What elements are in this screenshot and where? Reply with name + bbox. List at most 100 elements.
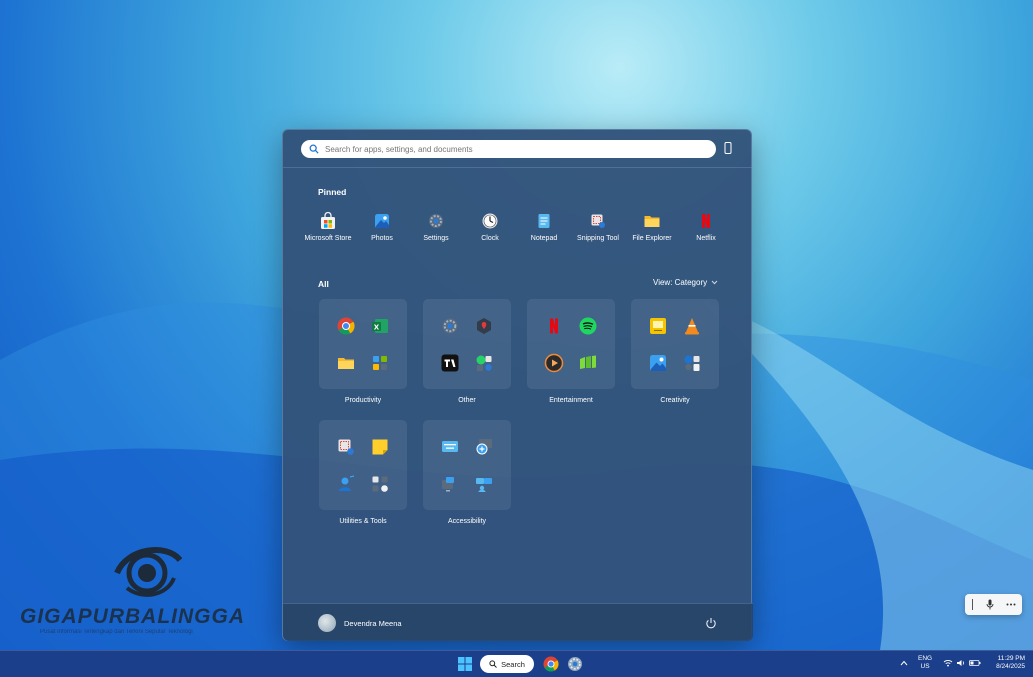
- photos-icon: [650, 354, 666, 371]
- pinned-label: Snipping Tool: [577, 235, 619, 242]
- watermark-logo: GIGAPURBALINGGA Pusat Informasi Terlengk…: [20, 538, 270, 638]
- pinned-heading: Pinned: [318, 187, 347, 197]
- all-heading: All: [318, 279, 329, 289]
- control-panel-icon: [373, 355, 387, 370]
- category-entertainment[interactable]: Entertainment: [527, 299, 615, 404]
- on-screen-keyboard-icon: [442, 440, 458, 452]
- chevron-down-icon: [711, 280, 718, 285]
- clock-display[interactable]: 11:29 PM 8/24/2025: [985, 655, 1025, 671]
- excel-icon: X: [372, 318, 388, 333]
- view-label: View: Category: [653, 278, 708, 287]
- media-player-icon: [544, 353, 564, 372]
- text-cursor-icon: [972, 599, 973, 610]
- vlc-icon: [685, 317, 699, 334]
- pinned-label: Settings: [423, 235, 449, 242]
- start-search-box[interactable]: [301, 140, 716, 158]
- netflix-icon: [702, 214, 710, 228]
- user-account-button[interactable]: Devendra Meena: [318, 614, 402, 632]
- clock-icon: [482, 213, 498, 229]
- narrator-icon: [442, 476, 454, 491]
- view-category-button[interactable]: View: Category: [653, 278, 718, 287]
- pinned-label: Netflix: [696, 235, 716, 242]
- search-icon: [309, 144, 319, 154]
- snipping-tool-icon: [591, 214, 605, 228]
- user-name: Devendra Meena: [344, 618, 402, 628]
- paint-icon: [684, 355, 700, 371]
- category-other[interactable]: Other: [423, 299, 511, 404]
- pinned-snipping-tool[interactable]: Snipping Tool: [571, 212, 625, 242]
- language-indicator[interactable]: ENG US: [918, 655, 932, 671]
- notepad-icon: [538, 214, 550, 228]
- chevron-up-icon[interactable]: [900, 660, 908, 666]
- category-accessibility[interactable]: Accessibility: [423, 420, 511, 525]
- power-icon[interactable]: [705, 617, 717, 629]
- clock-time: 11:29 PM: [997, 655, 1025, 662]
- svg-text:X: X: [374, 323, 380, 331]
- file-explorer-icon: [338, 357, 354, 369]
- taskbar-search-button[interactable]: Search: [480, 655, 534, 673]
- chrome-icon[interactable]: [542, 655, 560, 673]
- pinned-settings[interactable]: Settings: [409, 212, 463, 242]
- avatar: [318, 614, 336, 632]
- microphone-icon[interactable]: [986, 599, 994, 610]
- category-label: Productivity: [344, 397, 382, 404]
- category-creativity[interactable]: Creativity: [631, 299, 719, 404]
- more-options-icon[interactable]: [1006, 603, 1016, 606]
- tools-icon: [372, 476, 388, 492]
- language-line1: ENG: [918, 655, 933, 662]
- pinned-label: Notepad: [530, 235, 558, 242]
- settings-icon[interactable]: [566, 655, 584, 673]
- category-label: Utilities & Tools: [339, 518, 387, 525]
- battery-icon[interactable]: [969, 659, 981, 667]
- volume-icon[interactable]: [956, 659, 966, 667]
- pinned-label: Photos: [371, 235, 393, 242]
- whatsapp-icon: [476, 355, 492, 371]
- people-icon: [339, 474, 355, 491]
- security-icon: [477, 317, 491, 334]
- settings-icon: [429, 214, 443, 228]
- pinned-photos[interactable]: Photos: [355, 212, 409, 242]
- sticky-notes-icon: [372, 439, 388, 454]
- start-menu: Pinned Microsoft Store Photos: [282, 129, 753, 641]
- pinned-notepad[interactable]: Notepad: [517, 212, 571, 242]
- taskbar-search-label: Search: [501, 659, 525, 669]
- wifi-icon[interactable]: [943, 659, 953, 667]
- category-label: Accessibility: [447, 518, 487, 525]
- voice-typing-bar: [965, 594, 1022, 615]
- pinned-label: Clock: [481, 235, 499, 242]
- menu-divider: [283, 167, 753, 168]
- magnifier-icon: [476, 438, 492, 454]
- pinned-apps: Microsoft Store Photos Settings Clock No…: [301, 212, 741, 242]
- taskbar: Search ENG US 11:29 PM 8/24/2025: [0, 650, 1033, 677]
- watermark-title: GIGAPURBALINGGA: [20, 605, 245, 628]
- sketch-icon: [650, 317, 666, 334]
- windows-start-icon[interactable]: [456, 655, 474, 673]
- category-label: Entertainment: [549, 397, 593, 404]
- spotify-icon: [579, 317, 597, 334]
- netflix-icon: [550, 318, 558, 333]
- clock-date: 8/24/2025: [996, 663, 1025, 670]
- pinned-clock[interactable]: Clock: [463, 212, 517, 242]
- pinned-label: File Explorer: [632, 235, 672, 242]
- game-icon: [580, 355, 596, 369]
- search-icon: [489, 660, 497, 668]
- category-label: Creativity: [660, 397, 690, 404]
- category-productivity[interactable]: X Productivity: [319, 299, 407, 404]
- pinned-microsoft-store[interactable]: Microsoft Store: [301, 212, 355, 242]
- photos-icon: [375, 214, 389, 228]
- settings-icon: [442, 318, 458, 333]
- snipping-tool-icon: [338, 439, 354, 455]
- category-utilities-tools[interactable]: Utilities & Tools: [319, 420, 407, 525]
- pinned-label: Microsoft Store: [304, 235, 352, 242]
- microsoft-store-icon: [321, 212, 335, 229]
- remote-desktop-icon: [476, 477, 492, 492]
- chrome-icon: [337, 317, 355, 335]
- search-input[interactable]: [325, 144, 705, 154]
- pinned-file-explorer[interactable]: File Explorer: [625, 212, 679, 242]
- phone-link-icon[interactable]: [724, 142, 732, 154]
- watermark-subtitle: Pusat Informasi Terlengkap dan Terkini S…: [40, 629, 193, 635]
- tradingview-icon: [441, 354, 459, 371]
- file-explorer-icon: [644, 216, 660, 227]
- category-label: Other: [458, 397, 476, 404]
- pinned-netflix[interactable]: Netflix: [679, 212, 733, 242]
